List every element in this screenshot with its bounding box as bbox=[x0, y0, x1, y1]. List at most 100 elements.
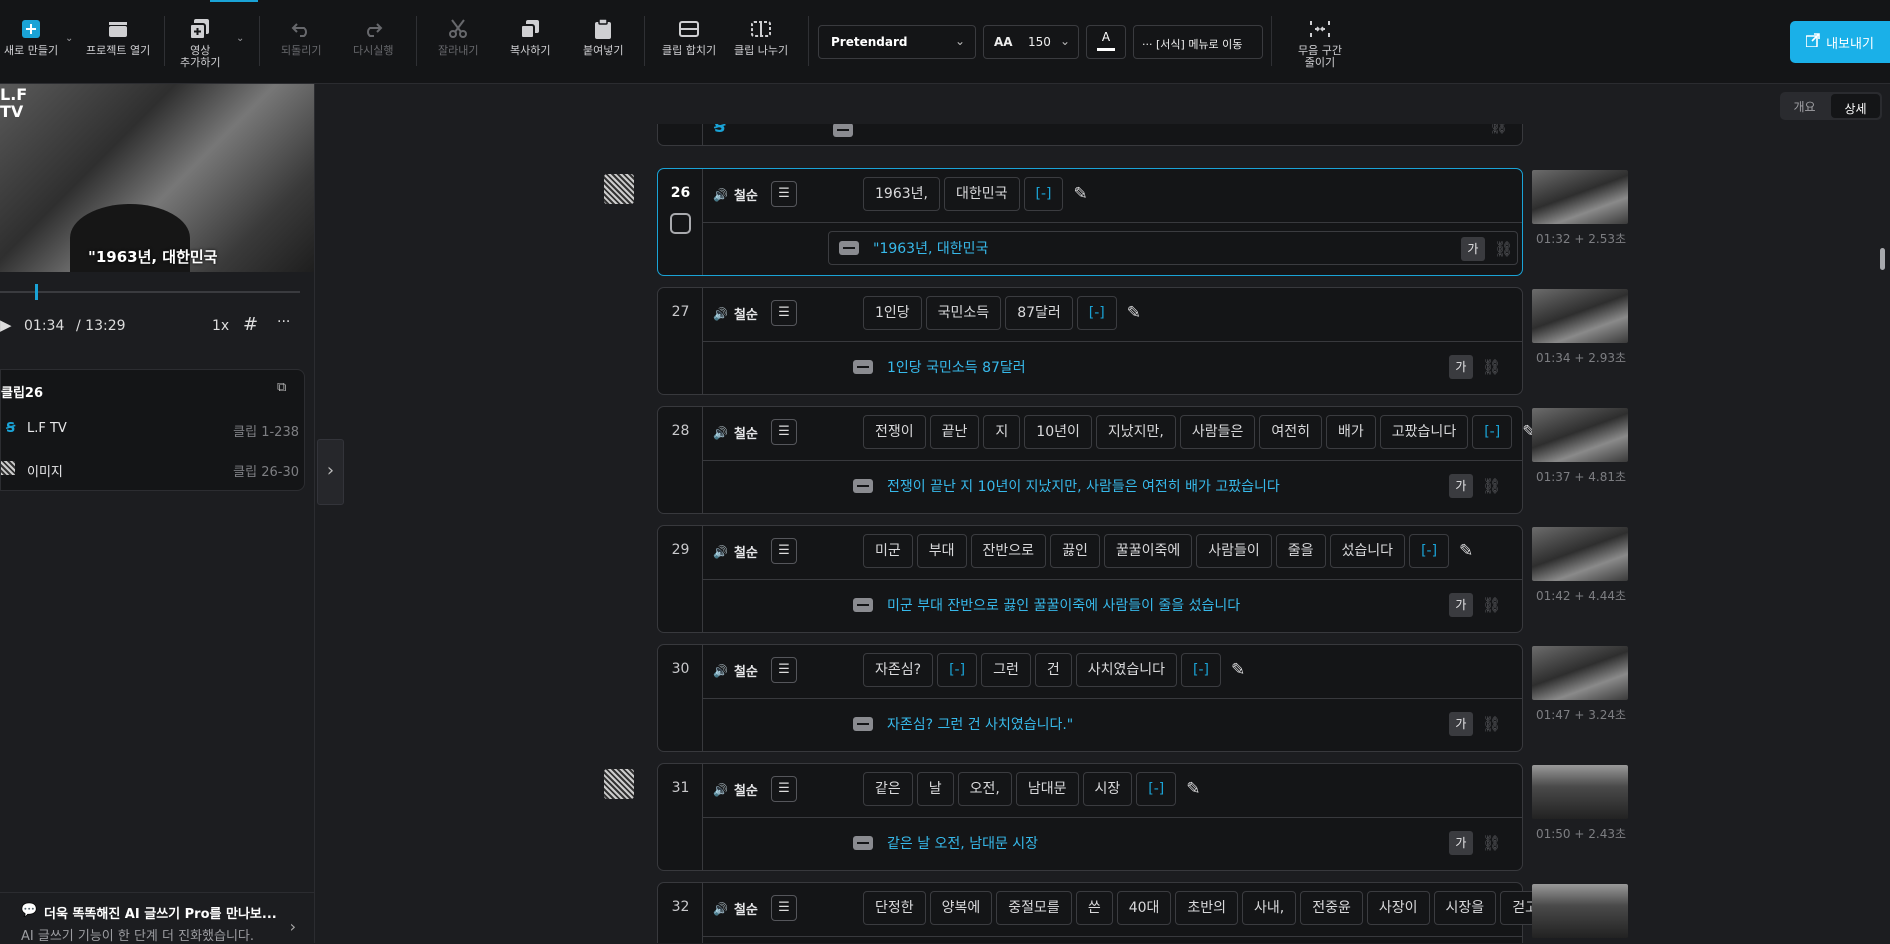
word-chip[interactable]: 초반의 bbox=[1175, 891, 1239, 925]
text-style-button[interactable]: 가 bbox=[1448, 712, 1473, 736]
word-chip[interactable]: 지났지만, bbox=[1095, 415, 1176, 449]
cut-button[interactable]: 잘라내기 bbox=[438, 18, 478, 57]
word-chip[interactable]: 대한민국 bbox=[943, 177, 1020, 211]
word-chip[interactable]: 부대 bbox=[916, 534, 967, 568]
clip-card[interactable]: 27 🔊 철순 ☰ 1인당 국민소득 87달러 [-] ✎ 1인당 국민소득 87달러 가 ⛓ bbox=[657, 287, 1523, 395]
word-chip[interactable]: 여전히 bbox=[1259, 415, 1323, 449]
add-video-dropdown-chevron-icon[interactable]: ⌄ bbox=[236, 33, 244, 44]
silence-chip[interactable]: [-] bbox=[1023, 177, 1064, 211]
clip-checkbox[interactable] bbox=[670, 213, 691, 234]
word-chip[interactable]: 사람들이 bbox=[1196, 534, 1272, 568]
text-style-button[interactable]: 가 bbox=[1448, 831, 1473, 855]
word-chip[interactable]: 양복에 bbox=[929, 891, 993, 925]
silence-chip[interactable]: [-] bbox=[1472, 415, 1513, 449]
subtitle-row[interactable]: 전쟁이 끝난 지 10년이 지났지만, 사람들은 여전히 배가 고팠습니다 가 ⛓ bbox=[843, 469, 1505, 503]
silence-chip[interactable]: [-] bbox=[1136, 772, 1177, 806]
playback-speed[interactable]: 1x bbox=[212, 318, 229, 334]
timeline-scrubber[interactable] bbox=[0, 284, 300, 300]
word-chip[interactable]: 10년이 bbox=[1024, 415, 1092, 449]
text-color-button[interactable]: A bbox=[1086, 25, 1126, 59]
word-chip[interactable]: 자존심? bbox=[863, 653, 934, 687]
clip-menu-icon[interactable]: ☰ bbox=[771, 300, 797, 326]
word-chip[interactable]: 잔반으로 bbox=[970, 534, 1047, 568]
link-icon[interactable]: ⛓ bbox=[1482, 715, 1501, 733]
subtitle-row[interactable]: 미군 부대 잔반으로 끓인 꿀꿀이죽에 사람들이 줄을 섰습니다 가 ⛓ bbox=[843, 588, 1505, 622]
word-chip[interactable]: 쓴 bbox=[1075, 891, 1113, 925]
word-chip[interactable]: 사람들은 bbox=[1179, 415, 1256, 449]
word-chip[interactable]: 사내, bbox=[1242, 891, 1297, 925]
word-chip[interactable]: 국민소득 bbox=[925, 296, 1002, 330]
tab-overview[interactable]: 개요 bbox=[1780, 92, 1829, 120]
edit-pencil-icon[interactable]: ✎ bbox=[1231, 660, 1245, 680]
subtitle-text[interactable]: 전쟁이 끝난 지 10년이 지났지만, 사람들은 여전히 배가 고팠습니다 bbox=[887, 476, 1280, 496]
word-chip[interactable]: 사치였습니다 bbox=[1075, 653, 1177, 687]
word-chip[interactable]: 전쟁이 bbox=[863, 415, 926, 449]
tab-detail[interactable]: 상세 bbox=[1831, 94, 1880, 118]
subtitle-row[interactable]: 1인당 국민소득 87달러 가 ⛓ bbox=[843, 350, 1505, 384]
text-style-button[interactable]: 가 bbox=[1448, 593, 1473, 617]
link-icon[interactable]: ⛓ bbox=[1482, 596, 1501, 614]
redo-button[interactable]: 다시실행 bbox=[353, 18, 393, 57]
new-project-button[interactable]: 새로 만들기 bbox=[4, 18, 58, 57]
ai-writing-banner[interactable]: 💬 더욱 똑똑해진 AI 글쓰기 Pro를 만나보... AI 글쓰기 기능이 … bbox=[0, 892, 314, 944]
link-icon[interactable]: ⛓ bbox=[1489, 124, 1508, 135]
video-preview[interactable]: L.F TV "1963년, 대한민국 bbox=[0, 84, 314, 272]
speaker-selector[interactable]: 🔊 철순 bbox=[713, 780, 758, 800]
subtitle-row[interactable]: 같은 날 오전, 남대문 시장 가 ⛓ bbox=[843, 826, 1505, 860]
clip-card[interactable]: 30 🔊 철순 ☰ 자존심? [-] 그런 건 사치였습니다 [-] ✎ 자존심? 그런 건 사치였습… bbox=[657, 644, 1523, 752]
word-chip[interactable]: 사장이 bbox=[1366, 891, 1430, 925]
subtitle-text[interactable]: 자존심? 그런 건 사치였습니다." bbox=[887, 714, 1073, 734]
subtitle-row[interactable]: 자존심? 그런 건 사치였습니다." 가 ⛓ bbox=[843, 707, 1505, 741]
subtitle-text[interactable]: 미군 부대 잔반으로 끓인 꿀꿀이죽에 사람들이 줄을 섰습니다 bbox=[887, 595, 1240, 615]
word-chip[interactable]: 40대 bbox=[1116, 891, 1172, 925]
speaker-selector[interactable]: 🔊 철순 bbox=[713, 542, 758, 562]
merge-clips-button[interactable]: 클립 합치기 bbox=[662, 18, 716, 57]
copy-button[interactable]: 복사하기 bbox=[510, 18, 550, 57]
subtitle-text[interactable]: 같은 날 오전, 남대문 시장 bbox=[887, 833, 1038, 853]
word-chip[interactable]: 전중윤 bbox=[1300, 891, 1363, 925]
word-chip[interactable]: 시장 bbox=[1082, 772, 1133, 806]
word-chip[interactable]: 지 bbox=[983, 415, 1021, 449]
external-link-icon[interactable]: ⧉ bbox=[277, 380, 286, 395]
word-chip[interactable]: 날 bbox=[916, 772, 954, 806]
grid-icon[interactable]: # bbox=[243, 314, 258, 335]
word-chip[interactable]: 그런 bbox=[981, 653, 1031, 687]
silence-chip[interactable]: [-] bbox=[1076, 296, 1117, 330]
clip-card[interactable]: 26 🔊 철순 ☰ 1963년, 대한민국 [-] ✎ "1963년, 대한민국 가 ⛓ bbox=[657, 168, 1523, 276]
word-chip[interactable]: 미군 bbox=[863, 534, 913, 568]
link-icon[interactable]: ⛓ bbox=[1482, 834, 1501, 852]
word-chip[interactable]: 오전, bbox=[957, 772, 1012, 806]
clip-menu-icon[interactable]: ☰ bbox=[771, 895, 797, 921]
clip-card[interactable]: 31 🔊 철순 ☰ 같은 날 오전, 남대문 시장 [-] ✎ 같은 날 오전, 남대문 시장 가 ⛓ bbox=[657, 763, 1523, 871]
clip-thumbnail[interactable] bbox=[1532, 884, 1628, 938]
font-family-select[interactable]: Pretendard ⌄ bbox=[818, 25, 976, 59]
open-project-button[interactable]: 프로젝트 열기 bbox=[86, 18, 150, 57]
export-button[interactable]: 내보내기 bbox=[1790, 21, 1890, 63]
clip-thumbnail[interactable] bbox=[1532, 527, 1628, 581]
clip-card[interactable]: 29 🔊 철순 ☰ 미군 부대 잔반으로 끓인 꿀꿀이죽에 사람들이 줄을 섰습니다 [-] ✎ 미군 부대… bbox=[657, 525, 1523, 633]
silence-chip[interactable]: [-] bbox=[1409, 534, 1450, 568]
word-chip[interactable]: 끓인 bbox=[1050, 534, 1100, 568]
word-chip[interactable]: 배가 bbox=[1326, 415, 1376, 449]
word-chip[interactable]: 줄을 bbox=[1275, 534, 1326, 568]
clip-menu-icon[interactable]: ☰ bbox=[771, 538, 797, 564]
play-icon[interactable]: ▶ bbox=[0, 316, 12, 334]
word-chip[interactable]: 같은 bbox=[863, 772, 913, 806]
subtitle-row[interactable]: "1963년, 대한민국 가 ⛓ bbox=[828, 231, 1518, 265]
link-icon[interactable]: ⛓ bbox=[1482, 477, 1501, 495]
more-options-icon[interactable]: ··· bbox=[277, 314, 290, 330]
paste-button[interactable]: 붙여넣기 bbox=[583, 18, 623, 57]
link-icon[interactable]: ⛓ bbox=[1494, 240, 1513, 258]
word-chip[interactable]: 시장을 bbox=[1433, 891, 1497, 925]
word-chip[interactable]: 섰습니다 bbox=[1329, 534, 1406, 568]
undo-button[interactable]: 되돌리기 bbox=[281, 18, 321, 57]
word-chip[interactable]: 남대문 bbox=[1015, 772, 1079, 806]
font-size-select[interactable]: AA 150 ⌄ bbox=[983, 25, 1079, 59]
text-style-button[interactable]: 가 bbox=[1448, 474, 1473, 498]
new-dropdown-chevron-icon[interactable]: ⌄ bbox=[65, 33, 73, 44]
scrubber-handle[interactable] bbox=[34, 284, 38, 300]
word-chip[interactable]: 고팠습니다 bbox=[1379, 415, 1469, 449]
word-chip[interactable]: 1인당 bbox=[863, 296, 922, 330]
clip-thumbnail[interactable] bbox=[1532, 765, 1628, 819]
word-chip[interactable]: 1963년, bbox=[863, 177, 940, 211]
